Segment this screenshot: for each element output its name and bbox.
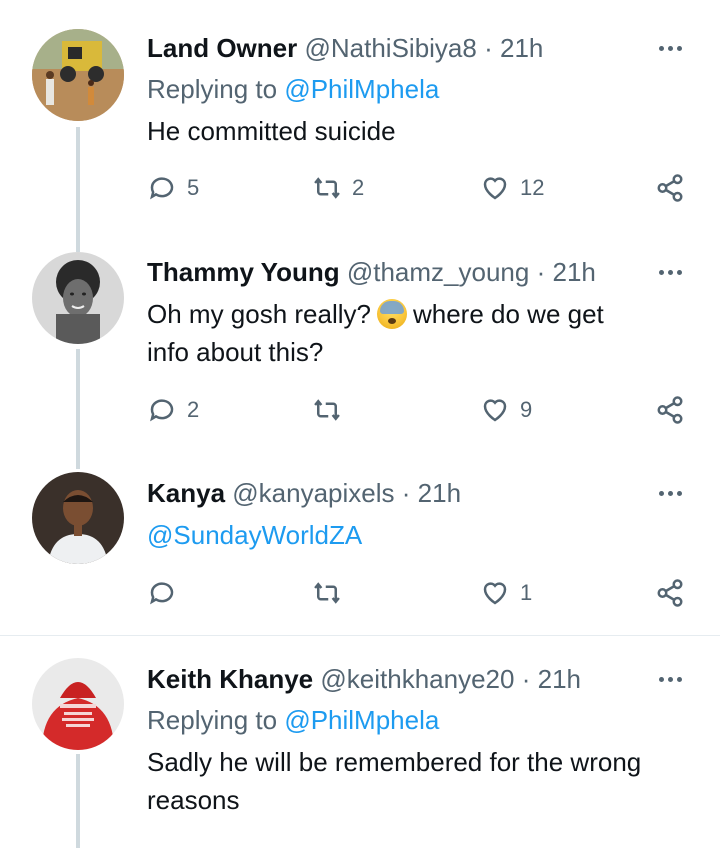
tweet-text: He committed suicide — [147, 116, 396, 146]
share-icon — [657, 174, 683, 202]
retweet-button[interactable] — [312, 395, 352, 425]
replying-to-label: Replying to — [147, 705, 278, 735]
tweet-actions: 1 — [0, 578, 720, 614]
display-name[interactable]: Land Owner — [147, 33, 297, 63]
replying-to: Replying to @PhilMphela — [147, 705, 439, 735]
more-icon[interactable] — [650, 481, 690, 505]
share-icon — [657, 396, 683, 424]
tweet-land-owner[interactable]: Land Owner @NathiSibiya8 · 21h Replying … — [0, 0, 720, 245]
anxious-face-emoji-icon — [376, 299, 407, 329]
timestamp[interactable]: 21h — [553, 257, 596, 287]
tweet-text-part: Oh my gosh really? — [147, 299, 371, 329]
share-button[interactable] — [655, 173, 685, 203]
reply-count: 5 — [187, 175, 200, 200]
reply-icon — [150, 399, 174, 422]
avatar[interactable] — [32, 658, 124, 750]
like-count: 9 — [520, 397, 533, 422]
separator-dot: · — [484, 33, 493, 63]
reply-icon — [150, 177, 174, 200]
reply-count: 2 — [187, 397, 200, 422]
share-button[interactable] — [655, 395, 685, 425]
display-name[interactable]: Keith Khanye — [147, 664, 313, 694]
user-handle[interactable]: @kanyapixels — [232, 478, 394, 508]
separator-dot: · — [536, 257, 546, 287]
user-handle[interactable]: @NathiSibiya8 — [304, 33, 476, 63]
retweet-button[interactable]: 2 — [312, 173, 364, 203]
tweet-header: Land Owner @NathiSibiya8 · 21h — [147, 33, 543, 63]
mention-link[interactable]: @SundayWorldZA — [147, 520, 362, 550]
user-handle[interactable]: @keithkhanye20 — [320, 664, 514, 694]
replying-to-label: Replying to — [147, 74, 278, 104]
user-handle[interactable]: @thamz_young — [347, 257, 530, 287]
retweet-icon — [314, 399, 340, 421]
replying-to: Replying to @PhilMphela — [147, 74, 439, 104]
more-icon[interactable] — [650, 36, 690, 60]
like-count: 1 — [520, 580, 533, 605]
separator-dot: · — [401, 478, 411, 508]
tweet-text-part: Sadly he will be remembered for the wron… — [147, 747, 642, 777]
tweet-text: @SundayWorldZA — [147, 516, 697, 554]
retweet-count: 2 — [352, 175, 365, 200]
retweet-icon — [314, 177, 340, 199]
tweet-actions: 5 2 12 — [0, 173, 720, 209]
thread-line — [76, 232, 80, 252]
like-icon — [483, 582, 507, 605]
replying-to-mention[interactable]: @PhilMphela — [284, 705, 439, 735]
separator-dot: · — [521, 664, 531, 694]
tweet-thammy-young[interactable]: Thammy Young @thamz_young · 21h Oh my go… — [0, 232, 720, 469]
tweet-header: Thammy Young @thamz_young · 21h — [147, 257, 596, 287]
display-name[interactable]: Thammy Young — [147, 257, 340, 287]
retweet-button[interactable] — [312, 578, 352, 608]
tweet-header: Keith Khanye @keithkhanye20 · 21h — [147, 664, 581, 694]
retweet-icon — [314, 582, 340, 604]
like-icon — [483, 399, 507, 422]
tweet-text-part: where do we get — [412, 299, 604, 329]
tweet-keith-khanye[interactable]: Keith Khanye @keithkhanye20 · 21h Replyi… — [0, 636, 720, 848]
more-icon[interactable] — [650, 260, 690, 284]
tweet-text-part: info about this? — [147, 337, 324, 367]
share-button[interactable] — [655, 578, 685, 608]
tweet-text: Sadly he will be remembered for the wron… — [147, 743, 697, 819]
tweet-actions: 2 9 — [0, 395, 720, 431]
like-button[interactable]: 12 — [480, 173, 544, 203]
like-count: 12 — [520, 175, 545, 200]
thread-line — [76, 754, 80, 848]
reply-icon — [150, 582, 174, 605]
timestamp[interactable]: 21h — [418, 478, 461, 508]
avatar[interactable] — [32, 472, 124, 564]
replying-to-mention[interactable]: @PhilMphela — [284, 74, 439, 104]
timestamp[interactable]: 21h — [500, 33, 543, 63]
more-icon[interactable] — [650, 667, 690, 691]
display-name[interactable]: Kanya — [147, 478, 225, 508]
reply-button[interactable]: 2 — [147, 395, 199, 425]
tweet-text: Oh my gosh really? where do we get info a… — [147, 295, 697, 371]
reply-button[interactable]: 5 — [147, 173, 199, 203]
like-icon — [483, 177, 507, 200]
tweet-kanya[interactable]: Kanya @kanyapixels · 21h @SundayWorldZA … — [0, 460, 720, 635]
share-icon — [657, 579, 683, 607]
avatar[interactable] — [32, 252, 124, 344]
tweet-text-part: reasons — [147, 785, 240, 815]
like-button[interactable]: 1 — [480, 578, 532, 608]
tweet-header: Kanya @kanyapixels · 21h — [147, 478, 461, 508]
avatar[interactable] — [32, 29, 124, 121]
timestamp[interactable]: 21h — [538, 664, 581, 694]
reply-button[interactable] — [147, 578, 187, 608]
like-button[interactable]: 9 — [480, 395, 532, 425]
